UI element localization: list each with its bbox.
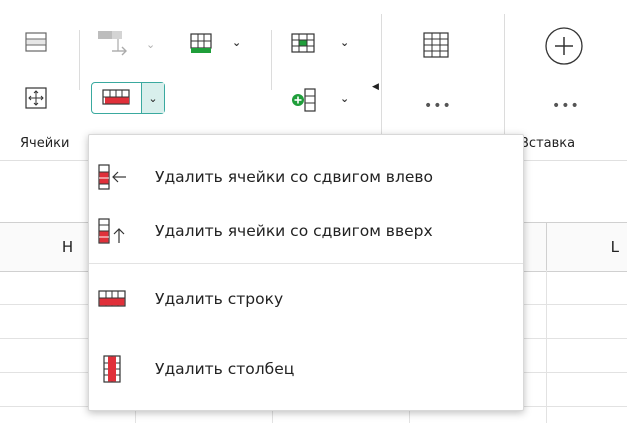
table-cells-icon [25, 32, 47, 52]
ribbon-divider [381, 14, 382, 154]
insert-column-button[interactable] [288, 86, 320, 114]
delete-cells-shift-left-icon [95, 163, 129, 191]
move-cells-button [94, 28, 134, 62]
group-label-insert: Вставка [520, 136, 576, 151]
delete-row-icon [95, 285, 129, 313]
cell-format-button[interactable] [24, 30, 48, 54]
table-icon [423, 32, 449, 58]
menu-item-delete-shift-up[interactable]: Удалить ячейки со сдвигом вверх [89, 201, 523, 261]
menu-item-label: Удалить ячейки со сдвигом вверх [155, 222, 433, 240]
menu-item-label: Удалить ячейки со сдвигом влево [155, 168, 434, 186]
move-cells-icon [98, 31, 127, 56]
menu-item-delete-shift-left[interactable]: Удалить ячейки со сдвигом влево [89, 147, 523, 207]
plus-circle-icon [545, 27, 583, 65]
delete-cells-shift-up-icon [95, 217, 129, 245]
menu-item-label: Удалить столбец [155, 360, 295, 378]
ribbon-divider [504, 14, 505, 154]
menu-item-delete-row[interactable]: Удалить строку [89, 269, 523, 329]
chevron-down-icon[interactable]: ⌄ [340, 36, 349, 49]
resize-arrows-icon [25, 87, 47, 109]
insert-cells-button[interactable] [288, 30, 318, 56]
chevron-down-icon[interactable]: ⌄ [232, 36, 241, 49]
scroll-arrow-icon[interactable]: ◀ [372, 82, 379, 92]
more-options-button[interactable]: ••• [424, 98, 452, 114]
insert-plus-button[interactable] [544, 26, 584, 66]
insert-cells-icon [291, 33, 315, 53]
menu-item-label: Удалить строку [155, 290, 284, 308]
table-button[interactable] [421, 30, 451, 60]
fit-cell-button[interactable] [24, 86, 48, 110]
more-options-button[interactable]: ••• [552, 98, 580, 114]
delete-column-icon [95, 355, 129, 383]
column-header-l[interactable]: L [540, 223, 627, 271]
delete-row-icon [102, 89, 130, 105]
chevron-down-icon[interactable]: ⌄ [340, 92, 349, 105]
grid-line [546, 270, 547, 423]
menu-item-delete-column[interactable]: Удалить столбец [89, 339, 523, 399]
delete-cells-split-button[interactable]: ⌄ [91, 82, 165, 114]
chevron-down-icon[interactable]: ⌄ [142, 83, 164, 113]
group-label-cells: Ячейки [20, 136, 70, 151]
delete-cells-dropdown-menu: Удалить ячейки со сдвигом влево Удалить … [88, 134, 524, 411]
chevron-down-icon: ⌄ [146, 38, 156, 51]
menu-divider [89, 263, 523, 264]
insert-row-button[interactable] [186, 30, 216, 56]
ribbon-divider [79, 30, 80, 90]
ribbon-divider [271, 30, 272, 90]
column-divider [546, 222, 547, 270]
insert-row-icon [190, 33, 212, 53]
delete-cells-button[interactable] [100, 86, 132, 110]
insert-column-icon [292, 88, 316, 112]
